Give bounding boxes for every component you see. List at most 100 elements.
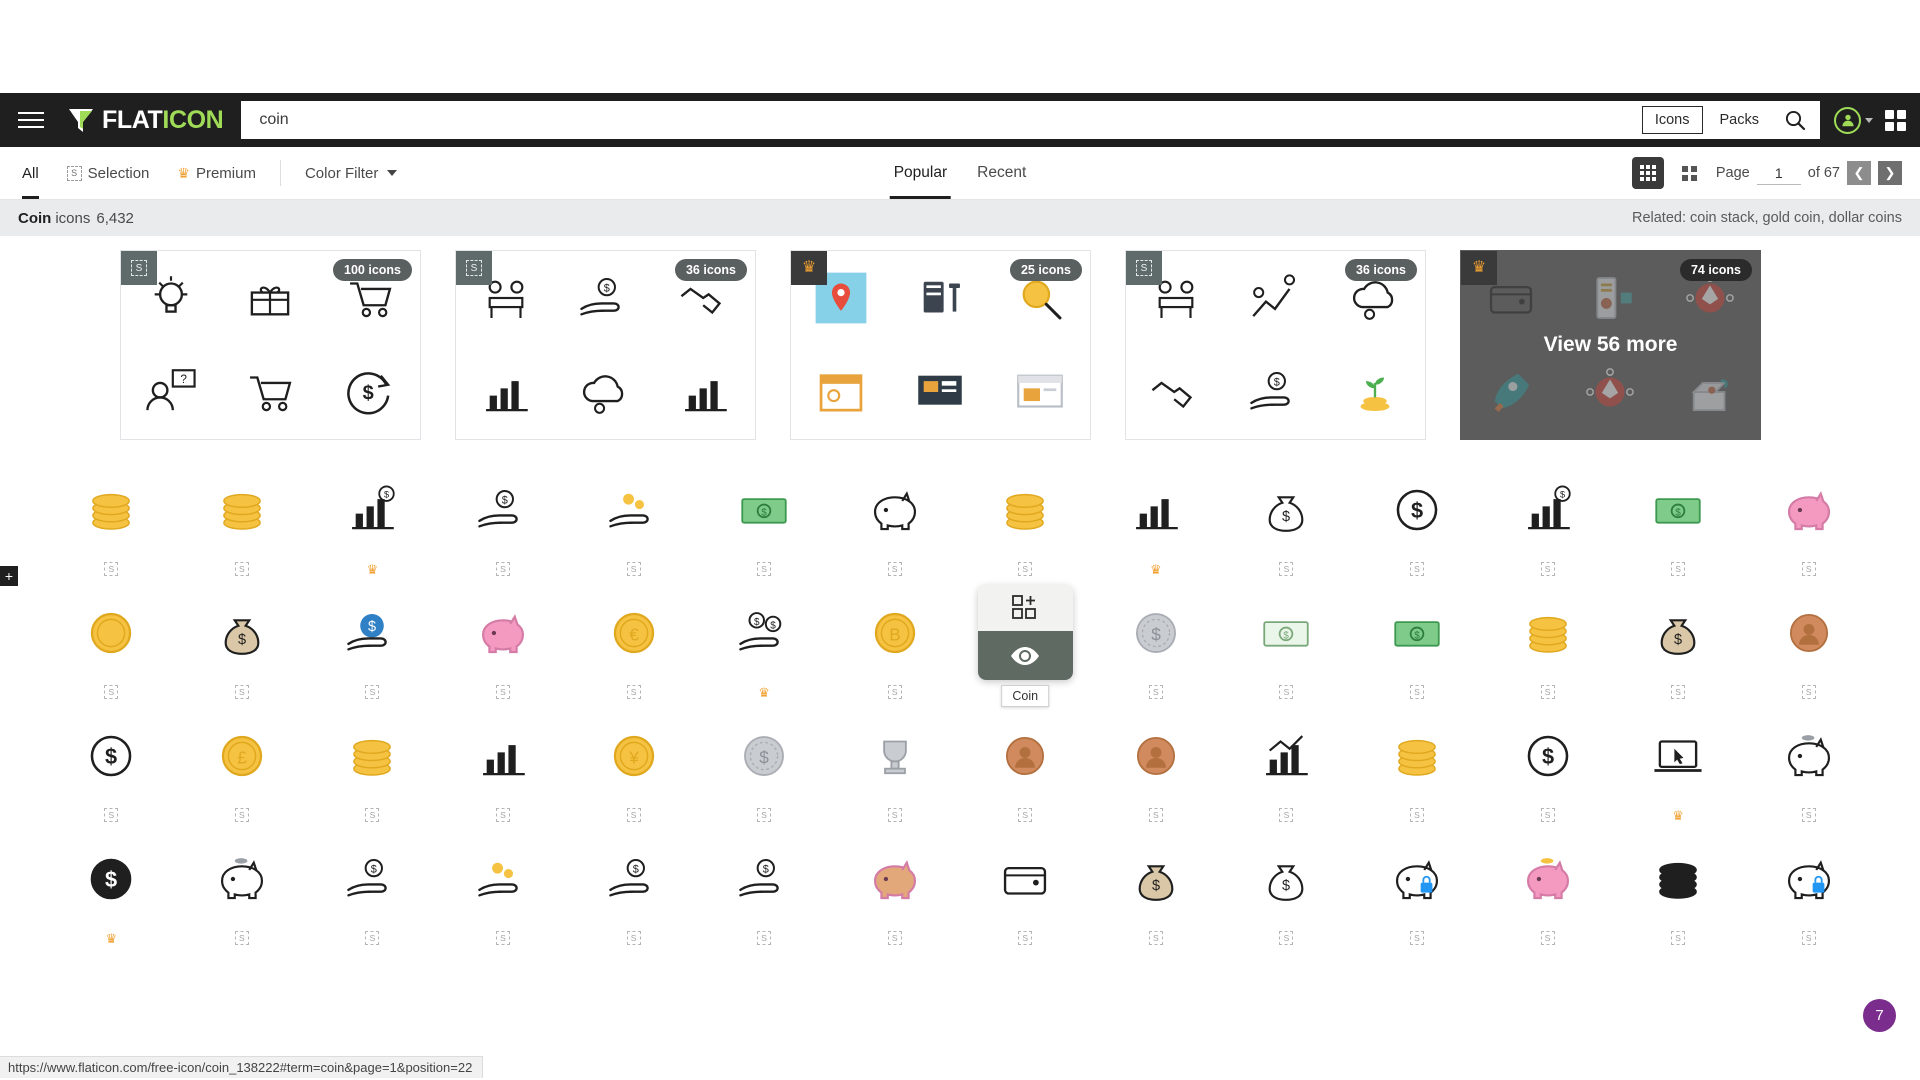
coin-hovered-icon[interactable]: Coin bbox=[977, 585, 1073, 707]
eye-preview-icon[interactable] bbox=[977, 631, 1073, 680]
hand-receiving-coins-icon[interactable] bbox=[586, 462, 681, 557]
hand-heart-color-icon[interactable]: $ bbox=[1226, 345, 1326, 439]
wallet-icon[interactable] bbox=[978, 831, 1073, 926]
hand-holding-dollar-icon[interactable]: $ bbox=[717, 831, 812, 926]
icon-hover-card[interactable] bbox=[977, 585, 1073, 680]
cash-exchange-icon[interactable] bbox=[325, 708, 420, 803]
hamburger-icon[interactable] bbox=[18, 105, 52, 135]
prev-page-button[interactable]: ❮ bbox=[1847, 161, 1871, 185]
pack-card[interactable]: ♛ 25 icons bbox=[790, 250, 1091, 440]
hand-dollar-outline-icon[interactable]: $ bbox=[325, 831, 420, 926]
silver-blank-coin-icon[interactable]: $ bbox=[717, 708, 812, 803]
gold-coin-stack-icon[interactable] bbox=[64, 462, 159, 557]
dollar-growth-chart-icon[interactable]: $ bbox=[325, 462, 420, 557]
pink-piggy-coin-icon[interactable] bbox=[1761, 462, 1856, 557]
flaticon-logo[interactable]: FLATICON bbox=[66, 105, 224, 135]
financial-report-icon[interactable] bbox=[1108, 462, 1203, 557]
user-question-icon[interactable]: ? bbox=[121, 345, 221, 439]
filter-color[interactable]: Color Filter bbox=[291, 147, 411, 199]
tab-recent[interactable]: Recent bbox=[973, 147, 1030, 199]
calendar-flat-icon[interactable] bbox=[791, 345, 891, 439]
coin-stack-lines-icon[interactable] bbox=[978, 462, 1073, 557]
grid-apps-icon[interactable] bbox=[1885, 109, 1906, 131]
notification-count-badge[interactable]: 7 bbox=[1863, 999, 1896, 1032]
ethereum-node-icon[interactable] bbox=[1561, 345, 1661, 439]
pack-card[interactable]: $ S 36 icons bbox=[1125, 250, 1426, 440]
tab-popular[interactable]: Popular bbox=[889, 147, 952, 199]
related-terms-list[interactable]: coin stack, gold coin, dollar coins bbox=[1690, 210, 1902, 226]
pack-card[interactable]: ♛ 74 icons View 56 more bbox=[1460, 250, 1761, 440]
piggy-bank-tan-icon[interactable] bbox=[847, 831, 942, 926]
dollar-circle-icon[interactable]: $ bbox=[1369, 462, 1464, 557]
account-menu[interactable] bbox=[1834, 106, 1873, 134]
handshake-cross-icon[interactable] bbox=[1126, 345, 1226, 439]
hand-two-dollars-icon[interactable]: $ $ bbox=[717, 585, 812, 680]
copper-coin-spin-icon[interactable] bbox=[1108, 708, 1203, 803]
piggy-bank-outline-icon[interactable] bbox=[847, 462, 942, 557]
toggle-icons-button[interactable]: Icons bbox=[1641, 106, 1703, 134]
banknote-coins-icon[interactable]: $ bbox=[717, 462, 812, 557]
coin-stack-dollar-icon[interactable] bbox=[1369, 708, 1464, 803]
law-book-gavel-icon[interactable] bbox=[891, 251, 991, 345]
piggy-padlock-icon[interactable] bbox=[1761, 831, 1856, 926]
euro-coin-icon[interactable]: € bbox=[586, 585, 681, 680]
filter-premium[interactable]: ♛ Premium bbox=[163, 147, 270, 199]
cloud-people-icon[interactable] bbox=[556, 345, 656, 439]
rocket-token-icon[interactable] bbox=[1461, 345, 1561, 439]
browser-window-icon[interactable] bbox=[990, 345, 1090, 439]
pack-card[interactable]: ? $ S 100 icons bbox=[120, 250, 421, 440]
dollar-bill-coins-icon[interactable]: $ bbox=[1631, 462, 1726, 557]
add-to-collection-icon[interactable] bbox=[977, 585, 1073, 631]
coin-flip-arrows-icon[interactable] bbox=[1761, 585, 1856, 680]
pink-pig-coins-icon[interactable] bbox=[1500, 831, 1595, 926]
money-bag-dollar-icon[interactable]: $ bbox=[1239, 462, 1334, 557]
piggy-lock-icon[interactable] bbox=[1369, 831, 1464, 926]
unbox-coin-icon[interactable] bbox=[1660, 345, 1760, 439]
gold-coin-tilt-icon[interactable] bbox=[1500, 585, 1595, 680]
toggle-packs-button[interactable]: Packs bbox=[1707, 106, 1773, 134]
coin-plant-color-icon[interactable] bbox=[1325, 345, 1425, 439]
money-certificate-icon[interactable]: $ bbox=[1239, 585, 1334, 680]
hand-heart-icon[interactable]: $ bbox=[556, 251, 656, 345]
piggy-bank-coins-icon[interactable] bbox=[1761, 708, 1856, 803]
user-avatar-icon[interactable] bbox=[1834, 106, 1861, 134]
coin-plant-growth-icon[interactable] bbox=[455, 708, 550, 803]
server-chip-icon[interactable] bbox=[1561, 251, 1661, 345]
dollar-black-circle-icon[interactable]: $ bbox=[64, 831, 159, 926]
career-ladder-color-icon[interactable] bbox=[1226, 251, 1326, 345]
bronze-face-coin-icon[interactable] bbox=[978, 708, 1073, 803]
silver-dollar-coin-icon[interactable]: $ bbox=[1108, 585, 1203, 680]
dollar-coins-outline-icon[interactable]: $ bbox=[64, 708, 159, 803]
hand-coin-line-icon[interactable]: $ bbox=[586, 831, 681, 926]
shopping-cart-lines-icon[interactable] bbox=[221, 345, 321, 439]
laptop-cursor-icon[interactable] bbox=[1631, 708, 1726, 803]
pack-card[interactable]: $ S 36 icons bbox=[455, 250, 756, 440]
coin-stack-black-icon[interactable] bbox=[1631, 831, 1726, 926]
money-bag-dollar-out-icon[interactable]: $ bbox=[1239, 831, 1334, 926]
hand-dollar-blue-icon[interactable]: $ bbox=[325, 585, 420, 680]
filter-selection[interactable]: S Selection bbox=[53, 147, 164, 199]
page-number-input[interactable] bbox=[1756, 161, 1801, 185]
trophy-coin-icon[interactable] bbox=[847, 708, 942, 803]
search-input[interactable] bbox=[257, 110, 1642, 130]
gold-coin-flat-icon[interactable] bbox=[64, 585, 159, 680]
bar-chart-arrow-icon[interactable] bbox=[1239, 708, 1334, 803]
coin-bag-beige-icon[interactable]: $ bbox=[1631, 585, 1726, 680]
hand-coins-rise-icon[interactable] bbox=[455, 831, 550, 926]
gift-box-icon[interactable] bbox=[221, 251, 321, 345]
money-bag-coins-icon[interactable]: $ bbox=[1108, 831, 1203, 926]
plus-icon[interactable]: + bbox=[0, 566, 18, 586]
org-chart-icon[interactable] bbox=[655, 345, 755, 439]
grid-dense-view-button[interactable] bbox=[1631, 157, 1664, 189]
chart-dollar-bars-icon[interactable]: $ bbox=[1500, 462, 1595, 557]
next-page-button[interactable]: ❯ bbox=[1878, 161, 1902, 185]
filter-all[interactable]: All bbox=[18, 147, 53, 199]
career-growth-icon[interactable] bbox=[456, 345, 556, 439]
piggy-coin-slot-icon[interactable] bbox=[194, 831, 289, 926]
grid-large-view-button[interactable] bbox=[1674, 157, 1706, 189]
cash-stack-icon[interactable]: $ bbox=[1369, 585, 1464, 680]
pound-coin-icon[interactable]: £ bbox=[194, 708, 289, 803]
gold-coins-pile-icon[interactable] bbox=[194, 462, 289, 557]
pig-face-coin-icon[interactable] bbox=[455, 585, 550, 680]
dollar-refresh-icon[interactable]: $ bbox=[320, 345, 420, 439]
